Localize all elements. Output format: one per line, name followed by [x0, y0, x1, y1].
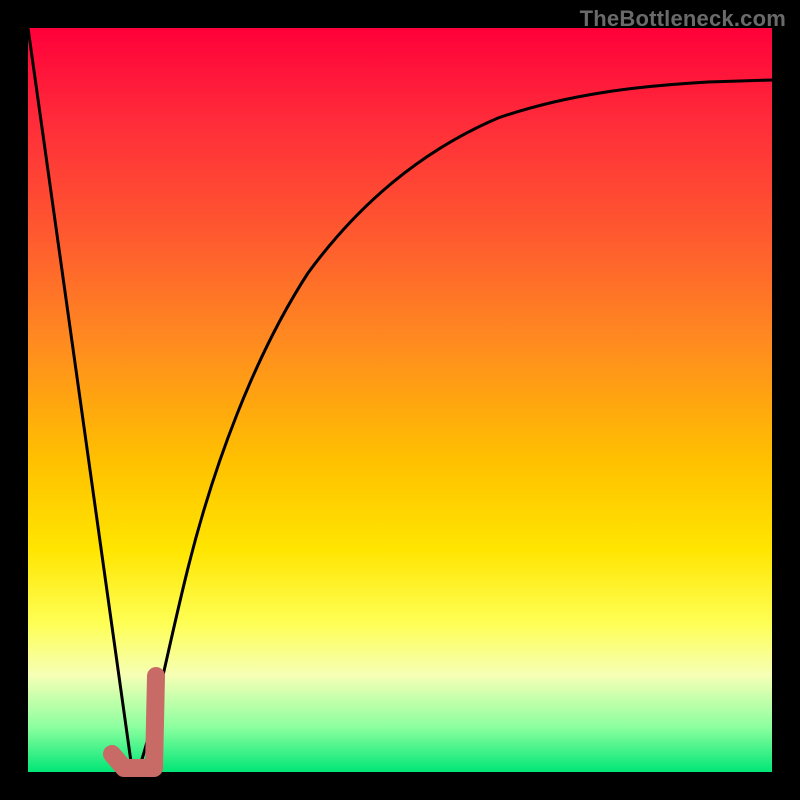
bottleneck-curve	[28, 28, 772, 769]
watermark-text: TheBottleneck.com	[580, 6, 786, 32]
accent-j-marker	[112, 676, 156, 768]
chart-frame: TheBottleneck.com	[0, 0, 800, 800]
chart-overlay	[28, 28, 772, 772]
